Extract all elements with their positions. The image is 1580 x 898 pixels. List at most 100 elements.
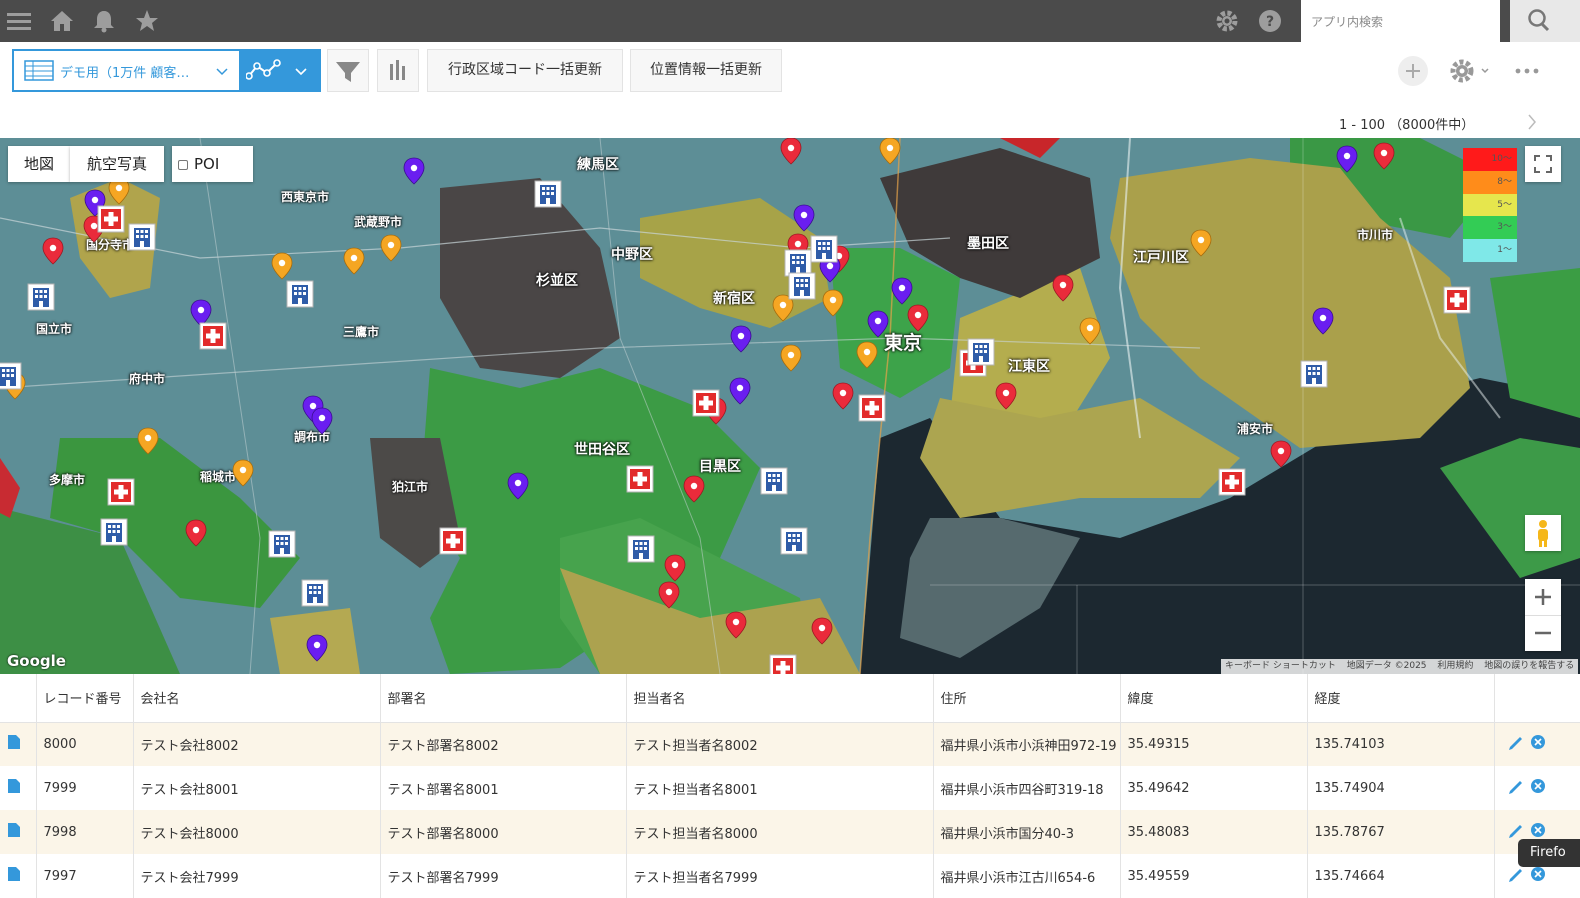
- minus-icon: [1535, 631, 1551, 635]
- bell-icon[interactable]: [92, 9, 116, 33]
- column-header[interactable]: 部署名: [380, 674, 627, 723]
- poi-label: POI: [194, 155, 220, 173]
- column-header[interactable]: 会社名: [133, 674, 381, 723]
- cell-company: テスト会社7999: [133, 854, 381, 898]
- cell-record-number: 7998: [36, 810, 134, 854]
- cell-company: テスト会社8001: [133, 766, 381, 810]
- cell-company: テスト会社8002: [133, 722, 381, 766]
- plus-icon: [1535, 589, 1551, 605]
- more-dots-icon: [1515, 68, 1539, 74]
- column-header[interactable]: レコード番号: [36, 674, 134, 723]
- cell-department: テスト部署名8002: [380, 722, 627, 766]
- home-icon[interactable]: [50, 9, 74, 33]
- map-type-map-button[interactable]: 地図: [8, 146, 70, 182]
- fullscreen-button[interactable]: [1525, 146, 1561, 182]
- table-row: 8000 テスト会社8002 テスト部署名8002 テスト担当者名8002 福井…: [0, 722, 1580, 766]
- star-icon[interactable]: [135, 9, 159, 33]
- table-header-row: レコード番号 会社名 部署名 担当者名 住所 緯度 経度: [0, 674, 1580, 723]
- delete-icon[interactable]: [1530, 867, 1545, 881]
- map-data-text: 地図データ ©2025: [1346, 661, 1427, 671]
- report-error-link[interactable]: 地図の誤りを報告する: [1480, 661, 1578, 671]
- legend-item: 5～: [1463, 193, 1517, 217]
- delete-icon[interactable]: [1530, 779, 1545, 793]
- graph-chevron-down-icon[interactable]: [293, 63, 309, 79]
- cell-longitude: 135.74664: [1307, 854, 1495, 898]
- table-row: 7998 テスト会社8000 テスト部署名8000 テスト担当者名8000 福井…: [0, 810, 1580, 854]
- pagination-text: 1 - 100 （8000件中）: [1339, 118, 1475, 133]
- cell-department: テスト部署名8000: [380, 810, 627, 854]
- keyboard-shortcuts-link[interactable]: キーボード ショートカット: [1221, 661, 1340, 671]
- delete-icon[interactable]: [1530, 823, 1545, 837]
- filter-button[interactable]: [327, 49, 369, 92]
- column-header[interactable]: 住所: [933, 674, 1121, 723]
- graph-view-icon[interactable]: [246, 58, 286, 84]
- cell-latitude: 35.49315: [1120, 722, 1308, 766]
- cell-record-number: 7999: [36, 766, 134, 810]
- cell-person: テスト担当者名8002: [626, 722, 934, 766]
- edit-pencil-icon[interactable]: [1508, 869, 1522, 882]
- terms-link[interactable]: 利用規約: [1433, 661, 1477, 671]
- street-view-pegman[interactable]: [1525, 515, 1561, 551]
- cell-latitude: 35.49642: [1120, 766, 1308, 810]
- legend-item: 10～: [1463, 148, 1517, 171]
- header-icon-col: [0, 674, 37, 723]
- column-header[interactable]: 担当者名: [626, 674, 934, 723]
- cell-person: テスト担当者名7999: [626, 854, 934, 898]
- gear-icon[interactable]: [1215, 9, 1239, 33]
- heatmap-legend: 10～ 8～ 5～ 3～ 1～: [1463, 148, 1517, 262]
- poi-checkbox[interactable]: [178, 159, 188, 170]
- chart-button[interactable]: [377, 49, 419, 92]
- legend-item: 8～: [1463, 170, 1517, 194]
- view-name: デモ用（1万件 顧客…: [60, 66, 190, 81]
- firefox-tooltip-badge: Firefo: [1518, 839, 1580, 867]
- bulk-location-update-button[interactable]: 位置情報一括更新: [630, 49, 782, 92]
- cell-record-number: 7997: [36, 854, 134, 898]
- search-icon: [1528, 9, 1550, 32]
- search-button[interactable]: [1510, 0, 1580, 42]
- bulk-admin-code-update-button[interactable]: 行政区域コード一括更新: [427, 49, 623, 92]
- zoom-out-button[interactable]: [1525, 615, 1561, 651]
- record-detail-icon[interactable]: [0, 810, 37, 854]
- app-settings-button[interactable]: [1448, 57, 1494, 85]
- legend-item: 3～: [1463, 216, 1517, 240]
- zoom-control: [1525, 579, 1561, 651]
- row-actions: [1494, 722, 1580, 766]
- column-header[interactable]: 緯度: [1120, 674, 1308, 723]
- hamburger-menu-icon[interactable]: [7, 9, 31, 33]
- map-view[interactable]: 練馬区 中野区 杉並区 新宿区 墨田区 江戸川区 江東区 世田谷区 目黒区 狛江…: [0, 138, 1580, 674]
- table-view-icon: [24, 60, 54, 81]
- cell-department: テスト部署名7999: [380, 854, 627, 898]
- top-navigation-bar: ? アプリ内検索: [0, 0, 1580, 42]
- view-selector[interactable]: デモ用（1万件 顧客…: [12, 49, 321, 92]
- cell-address: 福井県小浜市国分40-3: [933, 810, 1121, 854]
- app-search-input[interactable]: アプリ内検索: [1301, 0, 1500, 42]
- bar-chart-icon: [390, 60, 405, 80]
- cell-person: テスト担当者名8001: [626, 766, 934, 810]
- plus-icon: [1406, 64, 1420, 78]
- google-logo: Google: [7, 652, 66, 670]
- map-markers: [0, 138, 1471, 674]
- toolbar: デモ用（1万件 顧客… 行政区域コード一括更新 位置情報一括更新 1 - 100…: [0, 42, 1580, 138]
- add-record-button[interactable]: [1398, 56, 1428, 86]
- table-row: 7997 テスト会社7999 テスト部署名7999 テスト担当者名7999 福井…: [0, 854, 1580, 898]
- edit-pencil-icon[interactable]: [1508, 825, 1522, 838]
- cell-longitude: 135.78767: [1307, 810, 1495, 854]
- filter-icon: [336, 62, 360, 82]
- row-actions: [1494, 766, 1580, 810]
- edit-pencil-icon[interactable]: [1508, 781, 1522, 794]
- delete-icon[interactable]: [1530, 735, 1545, 750]
- edit-pencil-icon[interactable]: [1508, 737, 1522, 751]
- chevron-down-icon: [216, 68, 228, 76]
- cell-address: 福井県小浜市四谷町319-18: [933, 766, 1121, 810]
- map-type-satellite-button[interactable]: 航空写真: [70, 146, 164, 182]
- cell-address: 福井県小浜市江古川654-6: [933, 854, 1121, 898]
- record-detail-icon[interactable]: [0, 722, 37, 766]
- column-header[interactable]: 経度: [1307, 674, 1495, 723]
- poi-toggle[interactable]: POI: [172, 146, 253, 182]
- record-detail-icon[interactable]: [0, 854, 37, 898]
- help-icon[interactable]: ?: [1258, 9, 1282, 33]
- next-page-icon[interactable]: [1524, 112, 1540, 132]
- zoom-in-button[interactable]: [1525, 579, 1561, 615]
- record-detail-icon[interactable]: [0, 766, 37, 810]
- more-options-button[interactable]: [1512, 57, 1542, 85]
